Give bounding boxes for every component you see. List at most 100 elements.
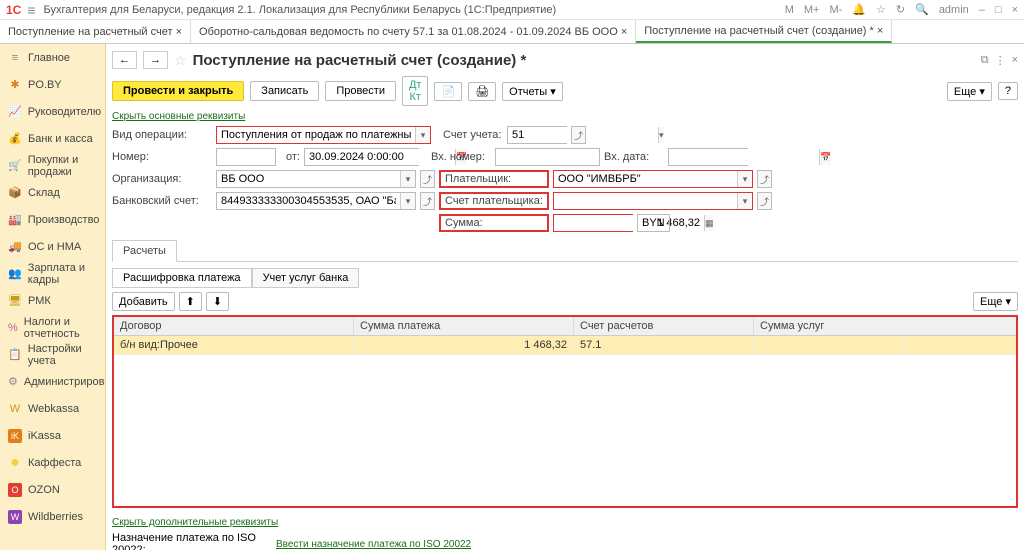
hide-main-link[interactable]: Скрыть основные реквизиты bbox=[112, 111, 245, 122]
bank-acc-field[interactable]: ▾ bbox=[216, 192, 416, 210]
hide-extra-link[interactable]: Скрыть дополнительные реквизиты bbox=[112, 517, 278, 528]
open-window-icon[interactable]: ⧉ bbox=[981, 54, 989, 67]
subtab-payment-detail[interactable]: Расшифровка платежа bbox=[112, 268, 252, 288]
memory-m-icon[interactable]: M bbox=[785, 4, 794, 16]
col-contract[interactable]: Договор bbox=[114, 317, 354, 335]
sidebar-item-poby[interactable]: ✱PO.BY bbox=[0, 71, 105, 98]
sidebar-item-rmk[interactable]: 🖥РМК bbox=[0, 287, 105, 314]
open-ref-icon[interactable]: ⤴ bbox=[420, 192, 435, 210]
sidebar-item-webkassa[interactable]: WWebkassa bbox=[0, 395, 105, 422]
dropdown-icon[interactable]: ▾ bbox=[737, 193, 752, 209]
window-min-icon[interactable]: ‒ bbox=[979, 4, 985, 16]
payer-label: Плательщик: bbox=[439, 170, 549, 188]
star-icon[interactable]: ☆ bbox=[876, 3, 886, 16]
help-button[interactable]: ? bbox=[998, 82, 1018, 100]
document-tabs: Поступление на расчетный счет × Оборотно… bbox=[0, 20, 1024, 44]
dropdown-icon[interactable]: ▾ bbox=[400, 193, 415, 209]
subtab-bank-services[interactable]: Учет услуг банка bbox=[252, 268, 360, 288]
iso-link[interactable]: Ввести назначение платежа по ISO 20022 bbox=[276, 539, 471, 550]
search-icon[interactable]: 🔍 bbox=[915, 3, 929, 16]
in-date-field[interactable]: 📅 bbox=[668, 148, 748, 166]
sidebar-item-sales[interactable]: 🛒Покупки и продажи bbox=[0, 152, 105, 179]
op-type-field[interactable]: ▾ bbox=[216, 126, 431, 144]
tab-receipt-create[interactable]: Поступление на расчетный счет (создание)… bbox=[636, 20, 892, 43]
sidebar-item-manager[interactable]: 📈Руководителю bbox=[0, 98, 105, 125]
number-label: Номер: bbox=[112, 151, 212, 163]
sidebar-item-production[interactable]: 🏭Производство bbox=[0, 206, 105, 233]
kebab-icon[interactable]: ⋮ bbox=[995, 54, 1006, 67]
sidebar-item-hr[interactable]: 👥Зарплата и кадры bbox=[0, 260, 105, 287]
bell-icon[interactable]: 🔔 bbox=[852, 3, 866, 16]
account-label: Счет учета: bbox=[443, 129, 503, 141]
tab-receipt-list[interactable]: Поступление на расчетный счет × bbox=[0, 20, 191, 43]
back-button[interactable]: ← bbox=[112, 51, 137, 69]
sidebar: ≡Главное ✱PO.BY 📈Руководителю 💰Банк и ка… bbox=[0, 44, 106, 550]
memory-mplus-icon[interactable]: M+ bbox=[804, 4, 820, 16]
sidebar-item-kaffesta[interactable]: ●Каффеста bbox=[0, 449, 105, 476]
in-number-field[interactable] bbox=[495, 148, 600, 166]
table-row[interactable]: б/н вид:Прочее 1 468,32 57.1 bbox=[114, 336, 1016, 355]
payer-field[interactable]: ▾ bbox=[553, 170, 753, 188]
dropdown-icon[interactable]: ▾ bbox=[400, 171, 415, 187]
reports-button[interactable]: Отчеты ▾ bbox=[502, 82, 563, 101]
sidebar-item-settings[interactable]: 📋Настройки учета bbox=[0, 341, 105, 368]
date-field[interactable]: 📅 bbox=[304, 148, 419, 166]
in-date-label: Вх. дата: bbox=[604, 151, 664, 163]
dropdown-icon[interactable]: ▾ bbox=[415, 127, 430, 143]
move-up-button[interactable]: ⬆ bbox=[179, 292, 202, 311]
window-close-icon[interactable]: × bbox=[1012, 4, 1018, 16]
open-ref-icon[interactable]: ⤴ bbox=[757, 192, 772, 210]
open-ref-icon[interactable]: ⤴ bbox=[571, 126, 586, 144]
add-row-button[interactable]: Добавить bbox=[112, 292, 175, 311]
account-field[interactable]: ▾ bbox=[507, 126, 567, 144]
write-button[interactable]: Записать bbox=[250, 81, 319, 101]
open-ref-icon[interactable]: ⤴ bbox=[420, 170, 435, 188]
titlebar-icons: M M+ M- 🔔 ☆ ↻ 🔍 admin ‒ □ × bbox=[785, 3, 1018, 16]
sidebar-item-bank[interactable]: 💰Банк и касса bbox=[0, 125, 105, 152]
sidebar-item-admin[interactable]: ⚙Администрирование bbox=[0, 368, 105, 395]
col-settlement[interactable]: Счет расчетов bbox=[574, 317, 754, 335]
close-page-icon[interactable]: × bbox=[1012, 54, 1018, 67]
menu-icon[interactable]: ≡ bbox=[27, 2, 35, 18]
open-ref-icon[interactable]: ⤴ bbox=[757, 170, 772, 188]
iso-label: Назначение платежа по ISO 20022: bbox=[112, 532, 272, 550]
calendar-icon[interactable]: 📅 bbox=[819, 149, 831, 165]
history-icon[interactable]: ↻ bbox=[896, 3, 905, 16]
window-max-icon[interactable]: □ bbox=[995, 4, 1002, 16]
sidebar-item-tax[interactable]: %Налоги и отчетность bbox=[0, 314, 105, 341]
grid-more-button[interactable]: Еще ▾ bbox=[973, 292, 1018, 311]
col-service-sum[interactable]: Сумма услуг bbox=[754, 317, 904, 335]
sidebar-item-assets[interactable]: 🚚ОС и НМА bbox=[0, 233, 105, 260]
in-number-label: Вх. номер: bbox=[431, 151, 491, 163]
more-button[interactable]: Еще ▾ bbox=[947, 82, 992, 101]
sum-field[interactable]: ▦ bbox=[553, 214, 633, 232]
user-label[interactable]: admin bbox=[939, 4, 969, 16]
move-down-button[interactable]: ⬇ bbox=[206, 292, 229, 311]
structure-icon-button[interactable]: 📄 bbox=[434, 82, 462, 101]
payment-grid: Договор Сумма платежа Счет расчетов Сумм… bbox=[112, 315, 1018, 508]
main-toolbar: Провести и закрыть Записать Провести ДтК… bbox=[112, 76, 1018, 106]
print-icon-button[interactable]: 🖨 bbox=[468, 82, 496, 101]
memory-mminus-icon[interactable]: M- bbox=[829, 4, 842, 16]
sidebar-item-ozon[interactable]: OOZON bbox=[0, 476, 105, 503]
sidebar-item-main[interactable]: ≡Главное bbox=[0, 44, 105, 71]
dropdown-icon[interactable]: ▾ bbox=[737, 171, 752, 187]
col-sum[interactable]: Сумма платежа bbox=[354, 317, 574, 335]
payer-acc-field[interactable]: ▾ bbox=[553, 192, 753, 210]
op-type-label: Вид операции: bbox=[112, 129, 212, 141]
post-button[interactable]: Провести bbox=[325, 81, 396, 101]
sidebar-item-warehouse[interactable]: 📦Склад bbox=[0, 179, 105, 206]
post-and-close-button[interactable]: Провести и закрыть bbox=[112, 81, 244, 101]
sidebar-item-ikassa[interactable]: iKiKassa bbox=[0, 422, 105, 449]
dropdown-icon[interactable]: ▾ bbox=[658, 127, 664, 143]
org-field[interactable]: ▾ bbox=[216, 170, 416, 188]
calculator-icon[interactable]: ▦ bbox=[704, 215, 714, 231]
tab-turnover-report[interactable]: Оборотно-сальдовая ведомость по счету 57… bbox=[191, 20, 636, 43]
tab-calculations[interactable]: Расчеты bbox=[112, 240, 177, 262]
number-field[interactable] bbox=[216, 148, 276, 166]
forward-button[interactable]: → bbox=[143, 51, 168, 69]
date-label: от: bbox=[280, 151, 300, 163]
favorite-icon[interactable]: ☆ bbox=[174, 52, 187, 69]
sidebar-item-wildberries[interactable]: WWildberries bbox=[0, 503, 105, 530]
dt-kt-button[interactable]: ДтКт bbox=[402, 76, 429, 106]
